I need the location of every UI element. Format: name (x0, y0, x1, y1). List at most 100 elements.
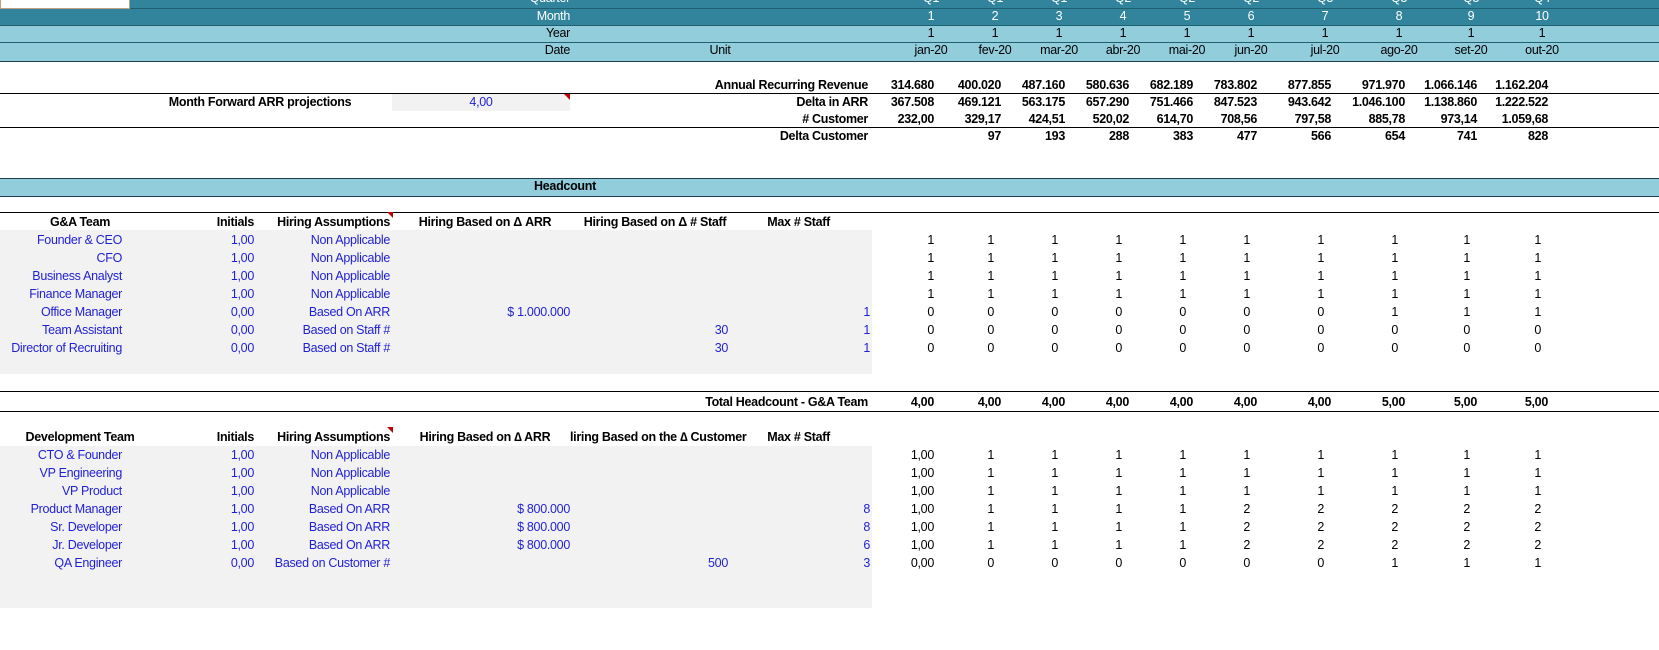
max-staff[interactable]: 3 (810, 554, 870, 573)
initials-input[interactable]: 1,00 (184, 482, 254, 501)
max-staff[interactable] (810, 446, 870, 465)
role-name[interactable]: Founder & CEO (0, 231, 122, 250)
role-name[interactable]: Sr. Developer (0, 518, 122, 537)
arr-threshold[interactable] (450, 321, 570, 340)
initials-input[interactable]: 1,00 (184, 446, 254, 465)
staff-threshold[interactable]: 500 (628, 554, 728, 573)
arr-threshold[interactable] (450, 267, 570, 286)
arr-threshold[interactable] (450, 464, 570, 483)
initials-input[interactable]: 0,00 (184, 303, 254, 322)
staff-threshold[interactable] (628, 518, 728, 537)
max-staff[interactable]: 8 (810, 518, 870, 537)
role-name[interactable]: QA Engineer (0, 554, 122, 573)
headcount-value: 1 (1179, 287, 1186, 301)
max-staff[interactable]: 6 (810, 536, 870, 555)
headcount-value: 2 (1317, 520, 1324, 534)
initials-input[interactable]: 1,00 (184, 267, 254, 286)
initials-input[interactable]: 1,00 (184, 518, 254, 537)
headcount-value: 0 (1243, 341, 1250, 355)
max-staff[interactable]: 1 (810, 339, 870, 358)
max-staff[interactable]: 1 (810, 303, 870, 322)
arr-threshold[interactable] (450, 482, 570, 501)
staff-threshold[interactable] (628, 500, 728, 519)
initials-input[interactable]: 1,00 (184, 464, 254, 483)
headcount-first-value: 1,00 (910, 448, 934, 462)
hiring-assumption[interactable]: Based On ARR (250, 500, 390, 519)
staff-threshold[interactable] (628, 446, 728, 465)
role-name[interactable]: CTO & Founder (0, 446, 122, 465)
initials-input[interactable]: 1,00 (184, 249, 254, 268)
staff-threshold[interactable] (628, 482, 728, 501)
hiring-assumption[interactable]: Based on Staff # (250, 339, 391, 358)
divider-ga-total-bottom (0, 411, 1659, 412)
max-staff[interactable] (810, 285, 870, 304)
hiring-assumption[interactable]: Non Applicable (250, 285, 391, 304)
role-name[interactable]: CFO (0, 249, 123, 268)
arr-threshold[interactable] (450, 285, 570, 304)
hiring-assumption[interactable]: Based On ARR (250, 303, 390, 322)
headcount-value: 1 (1243, 287, 1250, 301)
hiring-assumption[interactable]: Non Applicable (250, 464, 391, 483)
arr-threshold[interactable]: $ 800.000 (450, 500, 570, 519)
hiring-assumption[interactable]: Based On ARR (250, 536, 390, 555)
initials-input[interactable]: 0,00 (184, 321, 254, 340)
max-staff[interactable]: 1 (810, 321, 870, 340)
role-name[interactable]: Product Manager (0, 500, 123, 519)
initials-input[interactable]: 0,00 (184, 554, 254, 573)
arr-threshold[interactable]: $ 1.000.000 (450, 303, 570, 322)
hiring-assumption[interactable]: Non Applicable (250, 482, 391, 501)
initials-input[interactable]: 1,00 (184, 285, 254, 304)
headcount-value: 2 (1243, 502, 1250, 516)
staff-threshold[interactable] (628, 231, 728, 250)
arr-threshold[interactable] (450, 249, 570, 268)
role-name[interactable]: VP Product (0, 482, 122, 501)
role-name[interactable]: Finance Manager (0, 285, 122, 304)
staff-threshold[interactable] (628, 536, 728, 555)
staff-threshold[interactable] (628, 303, 728, 322)
headcount-value: 1 (1391, 466, 1398, 480)
hiring-assumption[interactable]: Non Applicable (250, 267, 391, 286)
role-name[interactable]: Office Manager (0, 303, 122, 322)
staff-threshold[interactable] (628, 267, 728, 286)
hiring-assumption[interactable]: Non Applicable (250, 231, 391, 250)
role-name[interactable]: Jr. Developer (0, 536, 122, 555)
arr-threshold[interactable] (450, 554, 570, 573)
projection-input[interactable]: 4,00 (392, 93, 570, 112)
max-staff[interactable] (810, 267, 870, 286)
max-staff[interactable] (810, 464, 870, 483)
staff-threshold[interactable] (628, 464, 728, 483)
staff-threshold[interactable]: 30 (628, 321, 729, 340)
role-name[interactable]: Team Assistant (0, 321, 122, 340)
hiring-assumption[interactable]: Based On ARR (250, 518, 390, 537)
arr-threshold[interactable] (450, 446, 570, 465)
initials-input[interactable]: 1,00 (184, 536, 254, 555)
arr-threshold[interactable]: $ 800.000 (450, 536, 570, 555)
headcount-value: 1 (1179, 502, 1186, 516)
hiring-assumption[interactable]: Based on Staff # (250, 321, 391, 340)
max-staff[interactable]: 8 (810, 500, 870, 519)
headcount-value: 1 (1115, 233, 1122, 247)
max-staff[interactable] (810, 231, 870, 250)
initials-input[interactable]: 1,00 (184, 500, 254, 519)
staff-threshold[interactable] (628, 249, 728, 268)
hiring-assumption[interactable]: Non Applicable (250, 249, 391, 268)
initials-input[interactable]: 1,00 (184, 231, 254, 250)
staff-threshold[interactable]: 30 (628, 339, 729, 358)
headcount-value: 1 (1115, 269, 1122, 283)
role-name[interactable]: VP Engineering (0, 464, 123, 483)
date-cell: jun-20 (1234, 43, 1268, 57)
max-staff[interactable] (810, 482, 870, 501)
selected-cell[interactable] (0, 0, 130, 9)
hiring-assumption[interactable]: Based on Customer # (250, 554, 391, 573)
initials-input[interactable]: 0,00 (184, 339, 254, 358)
arr-threshold[interactable] (450, 339, 570, 358)
staff-threshold[interactable] (628, 285, 728, 304)
role-name[interactable]: Director of Recruiting (0, 339, 122, 358)
max-staff[interactable] (810, 249, 870, 268)
arr-threshold[interactable] (450, 231, 570, 250)
arr-threshold[interactable]: $ 800.000 (450, 518, 570, 537)
date-cell: jan-20 (914, 43, 948, 57)
headcount-value: 1 (1051, 233, 1058, 247)
role-name[interactable]: Business Analyst (0, 267, 122, 286)
hiring-assumption[interactable]: Non Applicable (250, 446, 391, 465)
